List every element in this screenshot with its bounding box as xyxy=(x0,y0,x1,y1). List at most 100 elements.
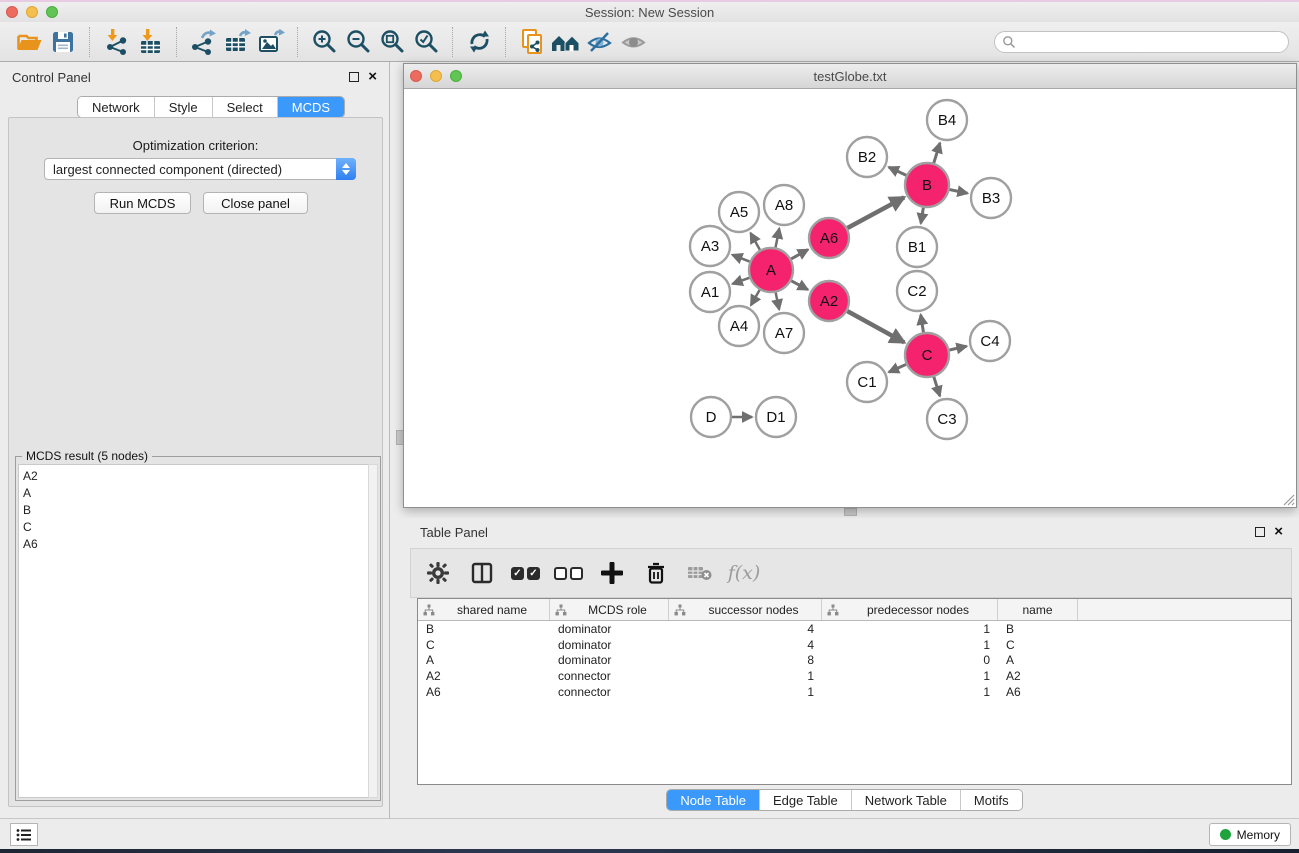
zoom-in-button[interactable] xyxy=(307,27,341,57)
close-panel-button[interactable]: Close panel xyxy=(203,192,308,214)
table-cell[interactable]: dominator xyxy=(550,638,669,652)
table-cell[interactable]: 1 xyxy=(669,669,822,683)
close-window-button[interactable] xyxy=(6,6,18,18)
result-list-scrollbar[interactable] xyxy=(368,464,378,798)
graph-node-A7[interactable]: A7 xyxy=(764,313,804,353)
graph-edge-A6-B[interactable] xyxy=(847,197,904,228)
graph-node-B2[interactable]: B2 xyxy=(847,137,887,177)
table-cell[interactable]: A2 xyxy=(998,669,1078,683)
table-cell[interactable]: connector xyxy=(550,669,669,683)
graph-edge-C-C4[interactable] xyxy=(949,346,966,350)
graph-edge-A-A5[interactable] xyxy=(751,233,760,250)
graph-node-D1[interactable]: D1 xyxy=(756,397,796,437)
close-panel-icon[interactable]: × xyxy=(368,72,377,82)
deselect-all-button[interactable] xyxy=(554,567,583,580)
table-cell[interactable]: A2 xyxy=(418,669,550,683)
network-maximize-button[interactable] xyxy=(450,70,462,82)
column-header-shared-name[interactable]: shared name xyxy=(418,599,550,620)
mcds-result-item[interactable]: A xyxy=(23,485,369,502)
graph-node-A8[interactable]: A8 xyxy=(764,185,804,225)
table-cell[interactable]: B xyxy=(998,622,1078,636)
graph-edge-C-C3[interactable] xyxy=(934,377,940,396)
table-cell[interactable]: A xyxy=(418,653,550,667)
graph-edge-A-A4[interactable] xyxy=(751,290,760,305)
minimize-window-button[interactable] xyxy=(26,6,38,18)
run-mcds-button[interactable]: Run MCDS xyxy=(94,192,191,214)
zoom-out-button[interactable] xyxy=(341,27,375,57)
table-cell[interactable]: A6 xyxy=(418,685,550,699)
table-cell[interactable]: C xyxy=(418,638,550,652)
criterion-dropdown[interactable]: largest connected component (directed) xyxy=(44,158,356,180)
tab-node-table[interactable]: Node Table xyxy=(667,790,760,810)
import-network-button[interactable] xyxy=(99,27,133,57)
open-session-button[interactable] xyxy=(12,27,46,57)
graph-node-A[interactable]: A xyxy=(749,248,793,292)
show-columns-button[interactable] xyxy=(467,558,497,588)
mcds-result-item[interactable]: A6 xyxy=(23,536,369,553)
table-cell[interactable]: dominator xyxy=(550,653,669,667)
import-table-button[interactable] xyxy=(133,27,167,57)
tab-network[interactable]: Network xyxy=(78,97,155,117)
show-log-button[interactable] xyxy=(10,823,38,846)
save-session-button[interactable] xyxy=(46,27,80,57)
table-cell[interactable]: dominator xyxy=(550,622,669,636)
graph-node-C[interactable]: C xyxy=(905,333,949,377)
network-canvas[interactable]: ABCA6A2A1A3A4A5A7A8B1B2B3B4C1C2C3C4DD1 xyxy=(404,89,1296,507)
graph-node-A2[interactable]: A2 xyxy=(809,281,849,321)
export-network-button[interactable] xyxy=(186,27,220,57)
graph-edge-A-A2[interactable] xyxy=(791,281,808,290)
graph-node-A1[interactable]: A1 xyxy=(690,272,730,312)
table-cell[interactable]: 1 xyxy=(822,622,998,636)
graph-node-D[interactable]: D xyxy=(691,397,731,437)
close-table-panel-icon[interactable]: × xyxy=(1274,527,1283,537)
graph-edge-C-C2[interactable] xyxy=(921,315,924,333)
hide-panels-button[interactable] xyxy=(583,27,617,57)
table-cell[interactable]: 8 xyxy=(669,653,822,667)
zoom-selected-button[interactable] xyxy=(409,27,443,57)
table-cell[interactable]: 0 xyxy=(822,653,998,667)
graph-node-A5[interactable]: A5 xyxy=(719,192,759,232)
graph-node-C3[interactable]: C3 xyxy=(927,399,967,439)
graph-node-B4[interactable]: B4 xyxy=(927,100,967,140)
graph-edge-B-B4[interactable] xyxy=(934,143,940,163)
table-settings-button[interactable] xyxy=(423,558,453,588)
tab-style[interactable]: Style xyxy=(155,97,213,117)
node-table[interactable]: shared nameMCDS rolesuccessor nodesprede… xyxy=(417,598,1292,785)
graph-node-A4[interactable]: A4 xyxy=(719,306,759,346)
table-row[interactable]: A6connector11A6 xyxy=(418,684,1291,700)
table-cell[interactable]: 1 xyxy=(822,685,998,699)
graph-node-B3[interactable]: B3 xyxy=(971,178,1011,218)
tab-mcds[interactable]: MCDS xyxy=(278,97,344,117)
mcds-result-item[interactable]: C xyxy=(23,519,369,536)
graph-edge-A2-C[interactable] xyxy=(847,311,904,342)
function-builder-button[interactable]: f(x) xyxy=(729,558,759,588)
table-cell[interactable]: C xyxy=(998,638,1078,652)
table-cell[interactable]: A xyxy=(998,653,1078,667)
select-all-button[interactable]: ✓ ✓ xyxy=(511,567,540,580)
table-cell[interactable]: 1 xyxy=(822,638,998,652)
graph-node-B[interactable]: B xyxy=(905,163,949,207)
table-row[interactable]: A2connector11A2 xyxy=(418,668,1291,684)
column-header-MCDS-role[interactable]: MCDS role xyxy=(550,599,669,620)
network-minimize-button[interactable] xyxy=(430,70,442,82)
graph-edge-B-B1[interactable] xyxy=(921,208,924,224)
graph-edge-B-B2[interactable] xyxy=(889,167,906,175)
export-table-button[interactable] xyxy=(220,27,254,57)
zoom-fit-button[interactable] xyxy=(375,27,409,57)
network-window-titlebar[interactable]: testGlobe.txt xyxy=(404,64,1296,89)
refresh-view-button[interactable] xyxy=(462,27,496,57)
table-cell[interactable]: 4 xyxy=(669,638,822,652)
table-cell[interactable]: A6 xyxy=(998,685,1078,699)
show-eye-button[interactable] xyxy=(617,27,651,57)
tab-network-table[interactable]: Network Table xyxy=(852,790,961,810)
column-header-successor-nodes[interactable]: successor nodes xyxy=(669,599,822,620)
delete-column-button[interactable] xyxy=(641,558,671,588)
graph-edge-A-A6[interactable] xyxy=(791,250,808,259)
graph-edge-B-B3[interactable] xyxy=(950,190,968,194)
search-input[interactable] xyxy=(994,31,1289,53)
float-table-panel-icon[interactable] xyxy=(1255,527,1265,537)
mcds-result-item[interactable]: A2 xyxy=(23,468,369,485)
graph-edge-A-A8[interactable] xyxy=(776,229,780,248)
graph-node-A3[interactable]: A3 xyxy=(690,226,730,266)
delete-table-button[interactable] xyxy=(685,558,715,588)
